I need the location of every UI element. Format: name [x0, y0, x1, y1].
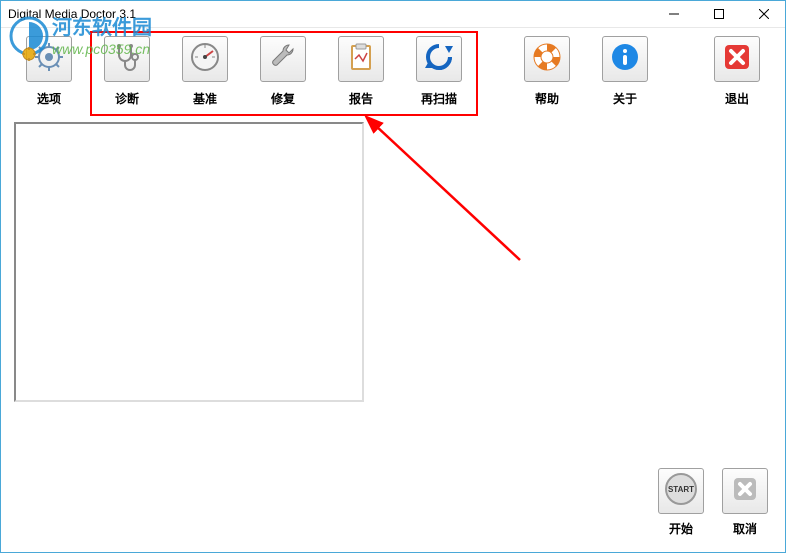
bottom-button-group: START 开始 取消 [658, 468, 768, 537]
maximize-button[interactable] [696, 0, 741, 28]
cancel-button[interactable] [722, 468, 768, 514]
window-controls [651, 0, 786, 28]
bottom-item-cancel: 取消 [722, 468, 768, 537]
bottom-item-start: START 开始 [658, 468, 704, 537]
cancel-x-icon [729, 473, 761, 510]
start-button[interactable]: START [658, 468, 704, 514]
start-icon: START [663, 471, 699, 512]
cancel-label: 取消 [733, 520, 757, 537]
svg-text:START: START [668, 485, 694, 494]
content-list-panel[interactable] [14, 122, 364, 402]
minimize-button[interactable] [651, 0, 696, 28]
close-button[interactable] [741, 0, 786, 28]
start-label: 开始 [669, 520, 693, 537]
